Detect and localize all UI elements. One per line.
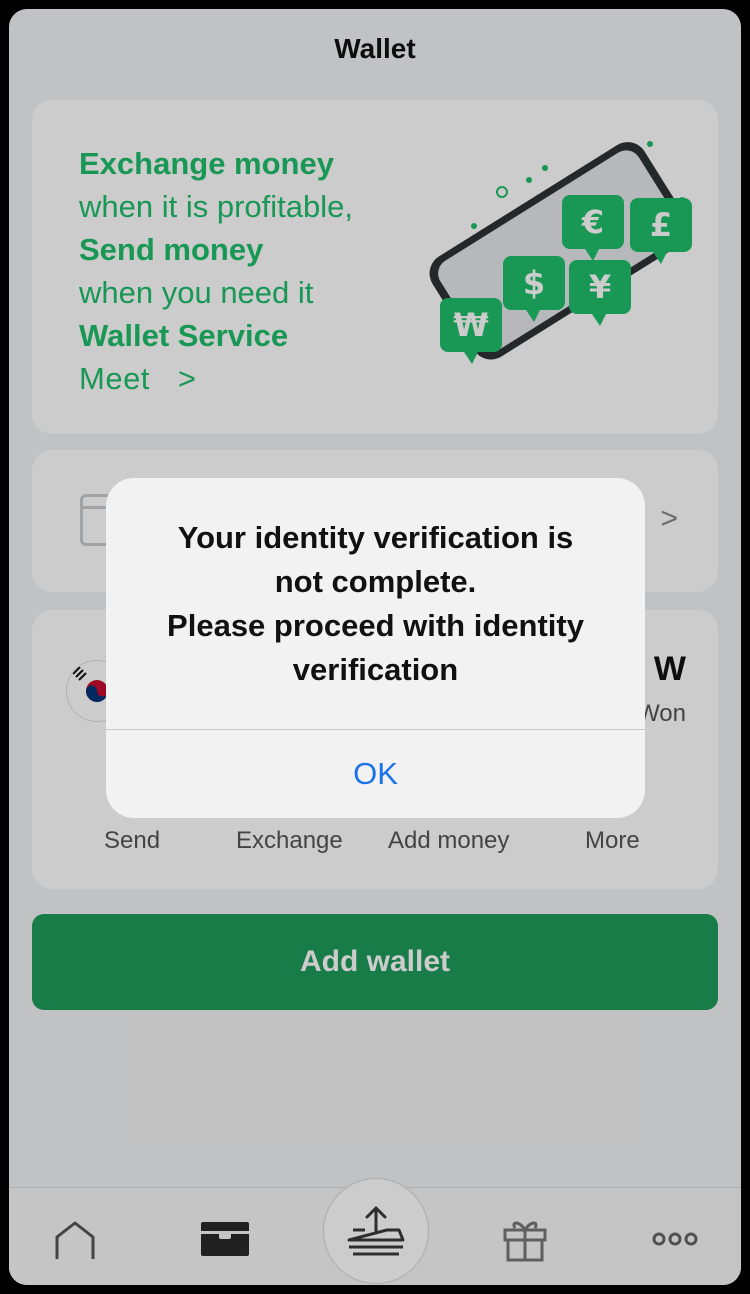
alert-message: Your identity verification is not comple…	[167, 520, 584, 687]
phone-screen: Wallet Exchange money when it is profita…	[9, 9, 741, 1285]
identity-verification-alert: Your identity verification is not comple…	[106, 478, 645, 818]
ok-button[interactable]: OK	[106, 730, 645, 818]
wallet-screen: Wallet Exchange money when it is profita…	[9, 9, 741, 1285]
